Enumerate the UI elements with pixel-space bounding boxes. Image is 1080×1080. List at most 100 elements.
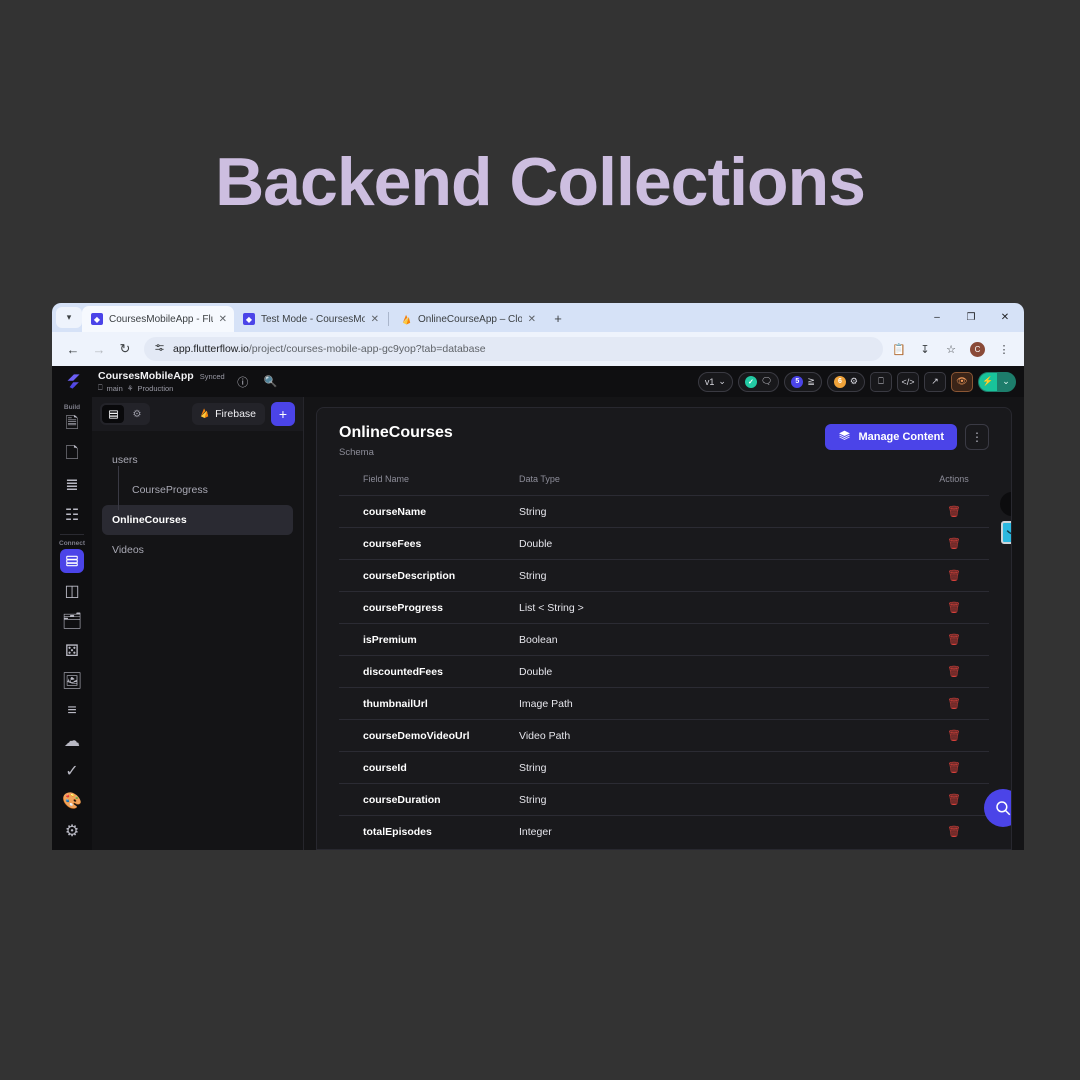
close-window-button[interactable]: ✕ — [988, 303, 1022, 332]
site-settings-icon[interactable] — [154, 342, 165, 356]
avatar[interactable]: C — [970, 341, 985, 357]
collection-item-videos[interactable]: Videos — [102, 535, 293, 565]
sidebar-item-database[interactable] — [60, 549, 84, 573]
sidebar-item-pages[interactable]: 🗋 — [60, 443, 84, 467]
trash-icon[interactable]: 🗑 — [947, 826, 961, 838]
trash-icon[interactable]: 🗑 — [947, 762, 961, 774]
collections-panel: ⚙ Firebase + users CourseProgress Online… — [92, 397, 304, 850]
url-input[interactable]: app.flutterflow.io/project/courses-mobil… — [144, 337, 883, 361]
sidebar-item-tests[interactable]: ✓ — [60, 759, 84, 783]
schema-table: Field Name Data Type Actions courseName … — [339, 474, 989, 847]
sidebar-item-settings[interactable]: ⚙ — [60, 819, 84, 843]
collections-view-toggle: ⚙ — [100, 403, 150, 425]
comments-button[interactable]: ✓ 🗨 — [737, 371, 780, 392]
sidebar-item-logs[interactable]: ≡ — [60, 699, 84, 723]
trash-icon[interactable]: 🗑 — [947, 634, 961, 646]
table-row[interactable]: courseName String 🗑 — [339, 495, 989, 528]
gear-icon[interactable]: ⚙ — [126, 405, 148, 423]
trash-icon[interactable]: 🗑 — [947, 570, 961, 582]
table-row[interactable]: courseDescription String 🗑 — [339, 559, 989, 592]
sidebar-item-theme[interactable]: 🎨 — [60, 789, 84, 813]
branch-button[interactable]: ⎕ — [870, 371, 892, 392]
issues-button[interactable]: 5 ≧ — [784, 371, 822, 392]
browser-menu-icon[interactable]: ⋮ — [992, 337, 1016, 361]
tab-search-chevron-icon[interactable]: ▾ — [56, 307, 82, 328]
sidebar-item-components[interactable]: ≣ — [60, 473, 84, 497]
field-name: totalEpisodes — [339, 815, 519, 847]
reload-button[interactable]: ↻ — [112, 336, 138, 362]
table-row[interactable]: isPremium Boolean 🗑 — [339, 623, 989, 656]
collection-item-users[interactable]: users — [102, 445, 293, 475]
run-options-chevron-icon: ⌄ — [1002, 376, 1010, 386]
new-tab-button[interactable]: + — [548, 308, 568, 328]
minimize-button[interactable]: – — [920, 303, 954, 332]
database-icon[interactable] — [102, 405, 124, 423]
trash-icon[interactable]: 🗑 — [947, 698, 961, 710]
share-button[interactable]: ↗ — [924, 371, 946, 392]
forward-button[interactable]: → — [86, 336, 112, 362]
layers-icon — [838, 429, 851, 445]
sidebar-item-add-page[interactable]: 🗎 — [60, 413, 84, 437]
trash-icon[interactable]: 🗑 — [947, 602, 961, 614]
table-row[interactable]: courseProgress List < String > 🗑 — [339, 591, 989, 624]
browser-tab-2[interactable]: ◆ Test Mode - CoursesMobileApp ✕ — [234, 306, 386, 332]
sidebar-item-api[interactable]: ◫ — [60, 579, 84, 603]
sidebar-item-widget-tree[interactable]: ☷ — [60, 503, 84, 527]
close-icon[interactable]: ✕ — [371, 314, 379, 325]
add-collection-button[interactable]: + — [271, 402, 295, 426]
trash-icon[interactable]: 🗑 — [947, 538, 961, 550]
close-icon[interactable]: ✕ — [528, 314, 536, 325]
app-toolbar: v1 ⌄ ✓ 🗨 5 ≧ 6 ⚙ ⎕ </> ↗ 👁 ⚡ ⌄ — [697, 371, 1024, 392]
smile-icon[interactable] — [1001, 521, 1011, 544]
field-name: courseDescription — [339, 559, 519, 592]
trash-icon[interactable]: 🗑 — [947, 506, 961, 518]
sidebar-item-cloud[interactable]: ☁ — [60, 729, 84, 753]
preview-button[interactable]: 👁 — [951, 371, 973, 392]
trash-icon[interactable]: 🗑 — [947, 666, 961, 678]
field-name: discountedFees — [339, 655, 519, 688]
trash-icon[interactable]: 🗑 — [947, 794, 961, 806]
sidebar-item-local-state[interactable]: 🗂 — [60, 609, 84, 633]
code-button[interactable]: </> — [897, 371, 919, 392]
pen-nib-icon[interactable] — [1000, 492, 1011, 516]
table-row[interactable]: thumbnailUrl Image Path 🗑 — [339, 687, 989, 720]
address-bar-icons: 📋 ↧ ☆ C ⋮ — [887, 337, 1016, 361]
table-row[interactable]: courseFees Double 🗑 — [339, 527, 989, 560]
flutterflow-icon: ◆ — [243, 313, 255, 325]
run-button[interactable]: ⚡ ⌄ — [978, 371, 1016, 392]
table-row[interactable]: totalEpisodes Integer 🗑 — [339, 815, 989, 847]
help-circle-icon[interactable]: ⓘ — [233, 372, 253, 392]
maximize-button[interactable]: ❐ — [954, 303, 988, 332]
collection-item-onlinecourses[interactable]: OnlineCourses — [102, 505, 293, 535]
table-row[interactable]: courseDemoVideoUrl Video Path 🗑 — [339, 719, 989, 752]
trash-icon[interactable]: 🗑 — [947, 730, 961, 742]
browser-tab-3[interactable]: OnlineCourseApp – Cloud Fires ✕ — [391, 306, 543, 332]
schema-options-button[interactable]: ⋮ — [965, 424, 989, 450]
manage-content-button[interactable]: Manage Content — [825, 424, 957, 450]
table-row[interactable]: discountedFees Double 🗑 — [339, 655, 989, 688]
bookmark-star-icon[interactable]: ☆ — [939, 337, 963, 361]
browser-tab-strip: ▾ ◆ CoursesMobileApp - FlutterFlow ✕ ◆ T… — [52, 303, 1024, 332]
search-icon[interactable]: 🔍 — [261, 372, 281, 392]
bug-icon: ⚙ — [849, 376, 858, 386]
firebase-button[interactable]: Firebase — [192, 403, 265, 425]
collection-item-courseprogress[interactable]: CourseProgress — [118, 466, 293, 510]
back-button[interactable]: ← — [60, 336, 86, 362]
schema-panel: OnlineCourses Schema Manage Content ⋮ Fi… — [316, 407, 1012, 850]
schema-table-body: courseName String 🗑 courseFees Double 🗑 … — [339, 495, 989, 847]
table-row[interactable]: courseDuration String 🗑 — [339, 783, 989, 816]
schema-panel-actions: Manage Content ⋮ — [825, 424, 989, 450]
sidebar-item-media[interactable]: 🖼 — [60, 669, 84, 693]
close-icon[interactable]: ✕ — [219, 314, 227, 325]
table-row[interactable]: courseId String 🗑 — [339, 751, 989, 784]
left-nav-rail: Build 🗎 🗋 ≣ ☷ Connect ◫ 🗂 ⚄ 🖼 ≡ ☁ ✓ 🎨 ⚙ — [52, 397, 92, 850]
install-icon[interactable]: ↧ — [913, 337, 937, 361]
field-name: courseProgress — [339, 591, 519, 624]
flutterflow-logo[interactable] — [52, 366, 92, 397]
clipboard-icon[interactable]: 📋 — [887, 337, 911, 361]
chevron-down-icon: ⌄ — [718, 376, 726, 386]
warnings-button[interactable]: 6 ⚙ — [826, 371, 865, 392]
version-selector[interactable]: v1 ⌄ — [697, 371, 733, 392]
sidebar-item-integrations[interactable]: ⚄ — [60, 639, 84, 663]
browser-tab-1[interactable]: ◆ CoursesMobileApp - FlutterFlow ✕ — [82, 306, 234, 332]
